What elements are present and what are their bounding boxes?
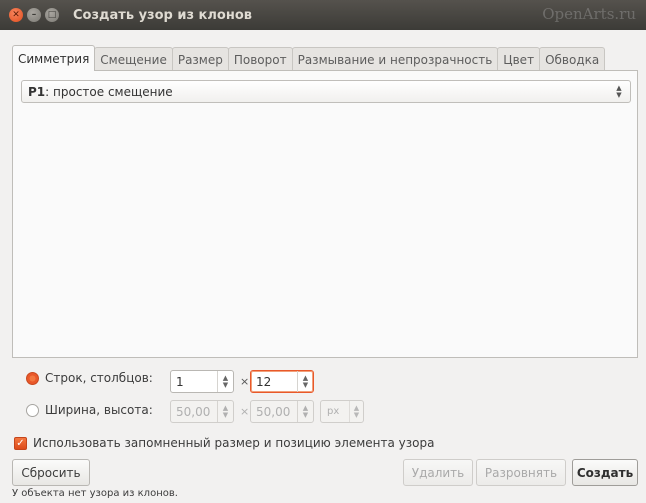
times-sign: ×: [240, 405, 250, 418]
create-button[interactable]: Создать: [572, 459, 638, 486]
rows-cols-radio[interactable]: [26, 371, 39, 385]
rows-cols-label: Строк, столбцов:: [45, 371, 153, 385]
width-height-row: Ширина, высота:: [26, 403, 153, 417]
reset-button[interactable]: Сбросить: [12, 459, 90, 486]
spin-arrows-icon[interactable]: ▲ ▼: [217, 401, 233, 422]
tab-stroke[interactable]: Обводка: [539, 47, 606, 71]
spin-arrows-icon[interactable]: ▲ ▼: [217, 371, 233, 392]
tab-panel-symmetry: P1 : простое смещение ▲ ▼: [12, 70, 638, 358]
rows-value: 1: [176, 374, 184, 389]
remember-size-row[interactable]: ✓ Использовать запомненный размер и пози…: [14, 436, 434, 450]
maximize-icon[interactable]: □: [45, 8, 59, 22]
tab-color[interactable]: Цвет: [497, 47, 541, 71]
tab-bar: Симметрия Смещение Размер Поворот Размыв…: [12, 45, 606, 71]
width-value: 50,00: [176, 404, 211, 419]
tab-symmetry[interactable]: Симметрия: [12, 45, 96, 71]
tab-rotation[interactable]: Поворот: [227, 47, 293, 71]
height-spinbox[interactable]: 50,00 ▲ ▼: [250, 400, 314, 423]
align-button[interactable]: Разровнять: [476, 459, 566, 486]
updown-arrows-icon: ▲ ▼: [349, 401, 363, 422]
minimize-icon[interactable]: –: [27, 8, 41, 22]
times-sign: ×: [240, 375, 250, 388]
width-height-radio[interactable]: [26, 403, 39, 417]
spin-arrows-icon[interactable]: ▲ ▼: [297, 371, 313, 392]
height-value: 50,00: [256, 404, 291, 419]
unit-value: px: [327, 406, 340, 417]
cols-value: 12: [256, 374, 272, 389]
title-bar: ✕ – □ Создать узор из клонов OpenArts.ru: [0, 0, 646, 30]
remember-size-checkbox[interactable]: ✓: [14, 436, 27, 450]
symmetry-select-prefix: P1: [28, 84, 46, 99]
unit-select[interactable]: px ▲ ▼: [320, 400, 364, 423]
watermark-logo: OpenArts.ru: [542, 5, 636, 23]
width-spinbox[interactable]: 50,00 ▲ ▼: [170, 400, 234, 423]
spin-arrows-icon[interactable]: ▲ ▼: [297, 401, 313, 422]
symmetry-select-value: : простое смещение: [45, 84, 173, 99]
rows-cols-row: Строк, столбцов:: [26, 371, 153, 385]
tab-blur-opacity[interactable]: Размывание и непрозрачность: [291, 47, 499, 71]
cols-spinbox[interactable]: 12 ▲ ▼: [250, 370, 314, 393]
tab-shift[interactable]: Смещение: [94, 47, 173, 71]
tab-scale[interactable]: Размер: [171, 47, 229, 71]
window-title: Создать узор из клонов: [73, 7, 252, 23]
rows-spinbox[interactable]: 1 ▲ ▼: [170, 370, 234, 393]
close-icon[interactable]: ✕: [9, 8, 23, 22]
updown-arrows-icon: ▲ ▼: [616, 83, 622, 99]
status-bar: У объекта нет узора из клонов.: [12, 488, 178, 499]
symmetry-select[interactable]: P1 : простое смещение ▲ ▼: [21, 80, 631, 103]
remember-size-label: Использовать запомненный размер и позици…: [33, 436, 435, 450]
delete-button[interactable]: Удалить: [403, 459, 473, 486]
width-height-label: Ширина, высота:: [45, 403, 153, 417]
